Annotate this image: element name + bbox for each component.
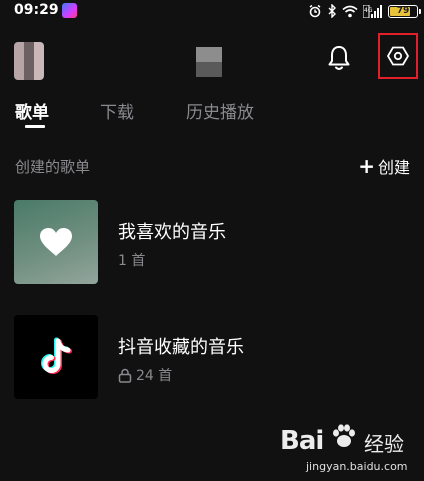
tiktok-icon [41,337,72,374]
avatar[interactable] [14,42,44,80]
heart-icon [40,228,72,256]
alarm-icon [309,4,321,18]
section-title: 创建的歌单 [15,158,91,176]
create-label: 创建 [377,158,410,177]
playlist-item-tiktok[interactable]: 抖音收藏的音乐 24 首 [0,315,424,399]
settings-button[interactable] [378,33,418,79]
bluetooth-icon [328,4,336,18]
tab-playlists[interactable]: 歌单 [15,98,49,123]
song-count: 1 首 [118,253,146,269]
active-tab-indicator [25,125,45,128]
tab-bar: 歌单 下载 历史播放 [0,94,424,134]
tab-downloads[interactable]: 下载 [100,98,134,123]
username-blurred[interactable] [196,47,222,77]
song-count: 24 首 [136,368,173,384]
playlist-item-liked[interactable]: 我喜欢的音乐 1 首 [0,200,424,284]
tab-history[interactable]: 历史播放 [186,98,254,123]
status-icons: 4G 79 [308,2,421,20]
svg-text:4G: 4G [364,7,373,14]
battery-level: 79 [396,6,410,16]
watermark-text: 经验 [364,432,404,456]
lock-icon [118,368,132,383]
battery-icon: 79 [388,4,421,18]
playlist-meta: 1 首 [118,250,145,270]
watermark-logo: Bai [280,426,324,456]
wifi-icon [342,5,358,17]
playlist-cover [14,315,98,399]
header [0,30,424,88]
status-bar: 09:29 4G 79 [0,0,424,22]
playlist-meta: 24 首 [118,365,172,385]
bell-icon[interactable] [324,43,354,73]
paw-icon [333,424,355,447]
playlist-title: 抖音收藏的音乐 [118,337,244,358]
settings-icon [387,46,409,66]
plus-icon: + [358,154,375,178]
create-playlist-button[interactable]: + 创建 [358,154,410,178]
playlist-cover [14,200,98,284]
playlist-title: 我喜欢的音乐 [118,222,226,243]
cellular-signal-icon: 4G [363,4,382,18]
status-time: 09:29 [14,2,59,18]
baidu-jingyan-watermark: Bai 经验 jingyan.baidu.com [278,424,418,476]
watermark-url: jingyan.baidu.com [306,460,408,473]
app-notification-icon [62,3,77,18]
created-playlists-header: 创建的歌单 + 创建 [0,152,424,180]
